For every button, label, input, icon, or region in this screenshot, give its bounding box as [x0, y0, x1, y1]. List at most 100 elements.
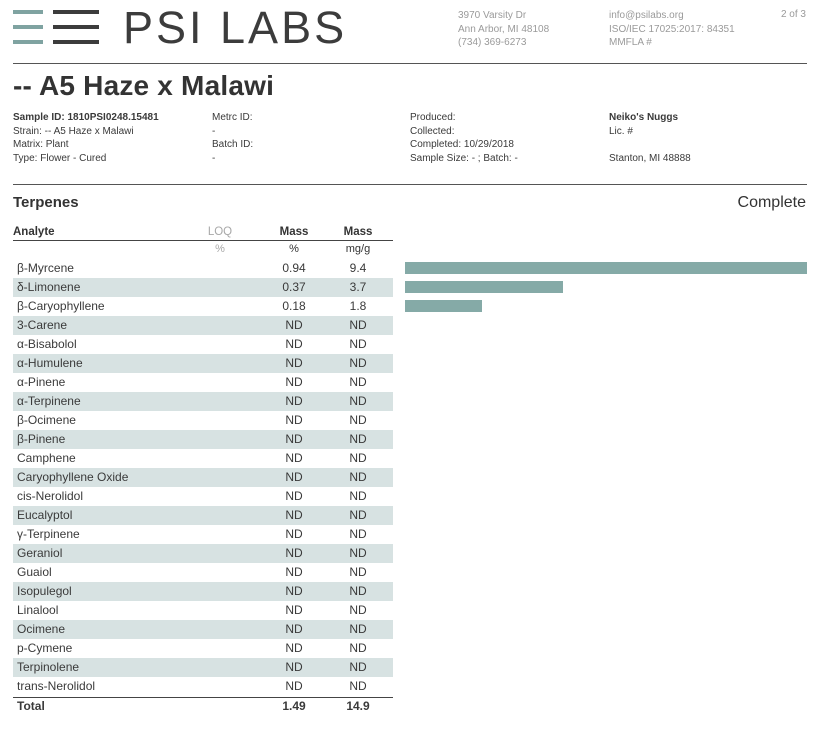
mass-mg-cell: ND — [349, 565, 367, 579]
mass-mg-cell: 9.4 — [349, 261, 367, 275]
mass-pct-cell: ND — [285, 375, 303, 389]
bar-row — [405, 506, 807, 525]
total-mg: 14.9 — [346, 699, 370, 713]
terpene-table: β-Myrcene 0.94 9.4 δ-Limonene 0.37 3.7 β-Caryo… — [13, 259, 393, 696]
mass-mg-cell: 1.8 — [349, 299, 367, 313]
analyte-name: trans-Nerolidol — [17, 679, 96, 693]
section-divider — [13, 184, 807, 185]
batch-id-label: Batch ID: — [212, 139, 254, 150]
bar-row — [405, 316, 807, 335]
table-row: cis-Nerolidol ND ND — [13, 487, 393, 506]
client-name: Neiko's Nuggs — [609, 112, 679, 123]
completed: Completed: 10/29/2018 — [410, 139, 514, 150]
sample-size: Sample Size: - ; Batch: - — [410, 152, 518, 164]
table-row: Terpinolene ND ND — [13, 658, 393, 677]
collected: Collected: — [410, 125, 455, 137]
analyte-name: β-Caryophyllene — [17, 299, 105, 313]
analyte-name: Geraniol — [17, 546, 63, 560]
client-license: Lic. # — [609, 125, 633, 137]
sample-info: Sample ID: 1810PSI0248.15481 Strain: -- … — [13, 111, 159, 165]
col-header-loq: LOQ — [207, 226, 233, 238]
analyte-name: γ-Terpinene — [17, 527, 80, 541]
mass-pct-cell: ND — [285, 603, 303, 617]
analyte-name: α-Bisabolol — [17, 337, 77, 351]
unit-mass-mg: mg/g — [345, 243, 371, 255]
mass-pct-cell: ND — [285, 489, 303, 503]
metrc-id-label: Metrc ID: — [212, 112, 253, 123]
bar-row — [405, 430, 807, 449]
bar-row — [405, 354, 807, 373]
bar-row — [405, 297, 807, 316]
client-location: Stanton, MI 48888 — [609, 152, 691, 164]
unit-loq: % — [215, 243, 225, 255]
table-row: δ-Limonene 0.37 3.7 — [13, 278, 393, 297]
header-divider — [13, 63, 807, 64]
mass-pct-cell: ND — [285, 622, 303, 636]
bar-row — [405, 335, 807, 354]
email-link[interactable]: info@psilabs.org — [609, 9, 735, 23]
table-row: trans-Nerolidol ND ND — [13, 677, 393, 696]
analyte-name: α-Pinene — [17, 375, 66, 389]
sample-id: Sample ID: 1810PSI0248.15481 — [13, 112, 159, 123]
strain: Strain: -- A5 Haze x Malawi — [13, 125, 134, 137]
bar-row — [405, 278, 807, 297]
bar-row — [405, 620, 807, 639]
table-row: 3-Carene ND ND — [13, 316, 393, 335]
analyte-name: cis-Nerolidol — [17, 489, 84, 503]
mass-mg-cell: ND — [349, 394, 367, 408]
table-row: α-Pinene ND ND — [13, 373, 393, 392]
mass-pct-cell: ND — [285, 527, 303, 541]
analyte-name: Isopulegol — [17, 584, 72, 598]
page-number: 2 of 3 — [780, 9, 806, 20]
analyte-name: β-Ocimene — [17, 413, 76, 427]
table-row: β-Myrcene 0.94 9.4 — [13, 259, 393, 278]
table-row: β-Ocimene ND ND — [13, 411, 393, 430]
psi-labs-logo: PSI LABS — [13, 3, 383, 53]
license-number: MMFLA # — [609, 37, 652, 48]
mass-mg-cell: ND — [349, 660, 367, 674]
terpene-bar-chart — [405, 259, 807, 696]
analyte-name: δ-Limonene — [17, 280, 81, 294]
status-text: Complete — [737, 194, 806, 211]
bar-row — [405, 411, 807, 430]
mass-pct-cell: ND — [285, 432, 303, 446]
type: Type: Flower - Cured — [13, 152, 107, 164]
bar-row — [405, 449, 807, 468]
bar-row — [405, 563, 807, 582]
table-row: α-Bisabolol ND ND — [13, 335, 393, 354]
mass-mg-cell: ND — [349, 527, 367, 541]
mass-mg-cell: ND — [349, 413, 367, 427]
analyte-name: Terpinolene — [17, 660, 80, 674]
lab-contact: info@psilabs.org ISO/IEC 17025:2017: 843… — [609, 9, 735, 50]
section-title: Terpenes — [13, 194, 79, 211]
mass-pct-cell: ND — [285, 470, 303, 484]
bar-row — [405, 639, 807, 658]
table-row: Isopulegol ND ND — [13, 582, 393, 601]
mass-mg-cell: ND — [349, 546, 367, 560]
analyte-name: α-Humulene — [17, 356, 83, 370]
mass-pct-cell: ND — [285, 413, 303, 427]
bar-row — [405, 544, 807, 563]
analyte-name: Eucalyptol — [17, 508, 73, 522]
table-row: γ-Terpinene ND ND — [13, 525, 393, 544]
matrix: Matrix: Plant — [13, 139, 69, 150]
accreditation: ISO/IEC 17025:2017: 84351 — [609, 23, 735, 35]
mass-pct-cell: ND — [285, 394, 303, 408]
table-row: Camphene ND ND — [13, 449, 393, 468]
analyte-name: 3-Carene — [17, 318, 68, 332]
mass-mg-cell: ND — [349, 584, 367, 598]
analyte-name: α-Terpinene — [17, 394, 81, 408]
mass-pct-cell: ND — [285, 337, 303, 351]
table-row: Guaiol ND ND — [13, 563, 393, 582]
total-row: Total 1.49 14.9 — [13, 697, 393, 716]
logo-mark-icon — [13, 10, 99, 44]
table-row: α-Humulene ND ND — [13, 354, 393, 373]
table-row: β-Caryophyllene 0.18 1.8 — [13, 297, 393, 316]
bar-row — [405, 601, 807, 620]
analyte-name: Ocimene — [17, 622, 66, 636]
bar-row — [405, 582, 807, 601]
mass-mg-cell: ND — [349, 356, 367, 370]
dates-info: Produced: Collected: Completed: 10/29/20… — [410, 111, 518, 165]
analyte-name: Caryophyllene Oxide — [17, 470, 129, 484]
concentration-bar — [405, 262, 807, 274]
